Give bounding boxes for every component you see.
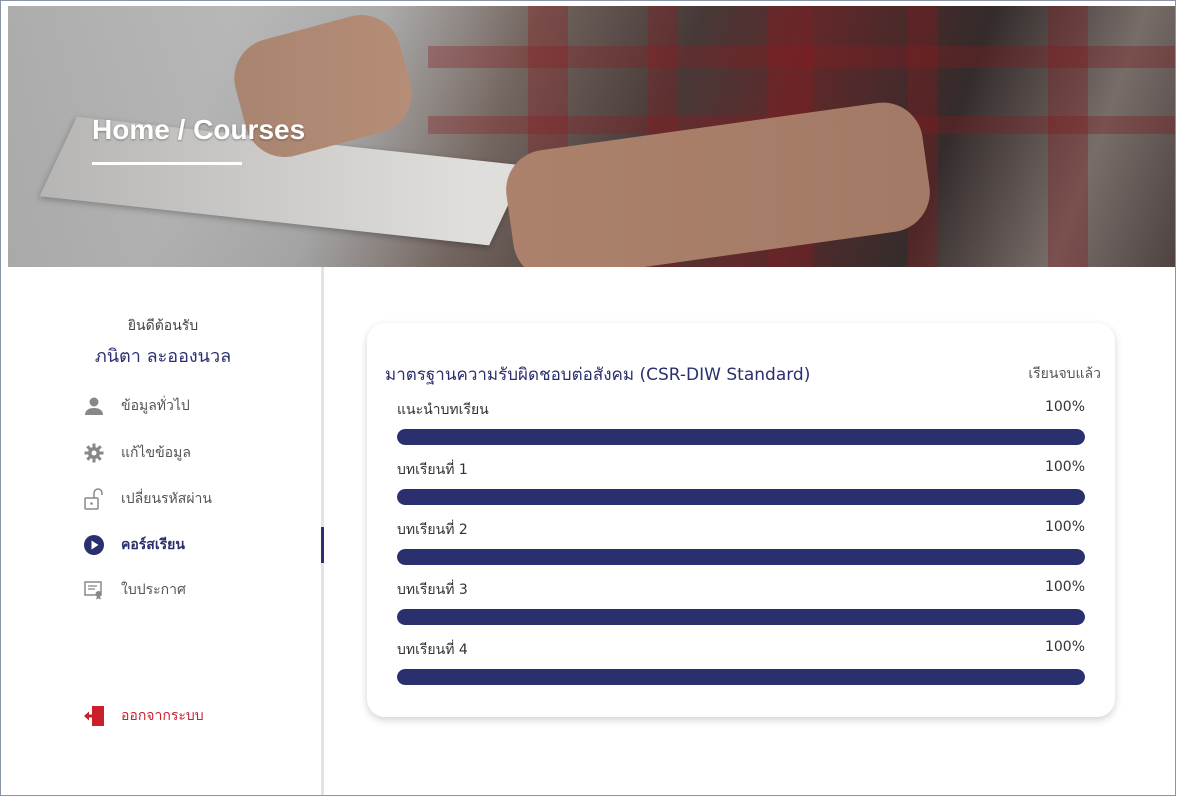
user-name: ภนิตา ละอองนวล <box>94 346 232 367</box>
lesson-name: บทเรียนที่ 3 <box>397 582 468 598</box>
gear-icon <box>83 442 105 464</box>
sidebar-item-courses[interactable]: คอร์สเรียน <box>83 533 185 557</box>
lesson-row: แนะนำบทเรียน 100% <box>397 399 1085 445</box>
progress-fill <box>397 669 1085 685</box>
course-progress-card: มาตรฐานความรับผิดชอบต่อสังคม (CSR-DIW St… <box>367 323 1115 717</box>
title-underline <box>92 162 242 165</box>
lesson-name: บทเรียนที่ 2 <box>397 522 468 538</box>
sidebar-item-label: แก้ไขข้อมูล <box>121 445 191 461</box>
progress-bar <box>397 669 1085 685</box>
lesson-name: บทเรียนที่ 1 <box>397 462 468 478</box>
lesson-row: บทเรียนที่ 3 100% <box>397 579 1085 625</box>
progress-fill <box>397 549 1085 565</box>
lesson-percent: 100% <box>1044 579 1085 595</box>
sidebar-item-label: ใบประกาศ <box>121 582 186 598</box>
logout-button[interactable]: ออกจากระบบ <box>83 704 204 728</box>
lesson-name: บทเรียนที่ 4 <box>397 642 468 658</box>
lesson-row: บทเรียนที่ 4 100% <box>397 639 1085 685</box>
progress-fill <box>397 609 1085 625</box>
lesson-name: แนะนำบทเรียน <box>397 402 489 418</box>
sidebar-item-edit-profile[interactable]: แก้ไขข้อมูล <box>83 441 191 465</box>
logout-label: ออกจากระบบ <box>121 708 204 724</box>
lesson-row: บทเรียนที่ 1 100% <box>397 459 1085 505</box>
sidebar-item-label: ข้อมูลทั่วไป <box>121 398 190 414</box>
exit-icon <box>83 705 105 727</box>
progress-bar <box>397 549 1085 565</box>
page-frame: Home / Courses ยินดีต้อนรับ ภนิตา ละอองน… <box>0 0 1176 796</box>
progress-fill <box>397 489 1085 505</box>
progress-fill <box>397 429 1085 445</box>
sidebar-item-label: เปลี่ยนรหัสผ่าน <box>121 491 212 507</box>
sidebar: ยินดีต้อนรับ ภนิตา ละอองนวล ข้อมูลทั่วไป… <box>8 267 324 795</box>
progress-bar <box>397 429 1085 445</box>
lesson-row: บทเรียนที่ 2 100% <box>397 519 1085 565</box>
page-title: Home / Courses <box>92 114 306 145</box>
sidebar-item-change-password[interactable]: เปลี่ยนรหัสผ่าน <box>83 487 212 511</box>
welcome-text: ยินดีต้อนรับ <box>127 318 199 334</box>
user-icon <box>83 395 105 417</box>
sidebar-item-general-info[interactable]: ข้อมูลทั่วไป <box>83 394 190 418</box>
play-circle-icon <box>83 534 105 556</box>
lesson-percent: 100% <box>1044 519 1085 535</box>
sidebar-item-label: คอร์สเรียน <box>121 537 185 553</box>
progress-bar <box>397 609 1085 625</box>
hero-banner: Home / Courses <box>8 6 1175 267</box>
unlock-icon <box>83 488 105 510</box>
lesson-percent: 100% <box>1044 639 1085 655</box>
certificate-icon <box>83 579 105 601</box>
course-title[interactable]: มาตรฐานความรับผิดชอบต่อสังคม (CSR-DIW St… <box>385 361 810 388</box>
sidebar-item-certificate[interactable]: ใบประกาศ <box>83 578 186 602</box>
course-status: เรียนจบแล้ว <box>1028 366 1101 382</box>
progress-bar <box>397 489 1085 505</box>
lesson-percent: 100% <box>1044 399 1085 415</box>
lesson-percent: 100% <box>1044 459 1085 475</box>
active-indicator <box>321 527 324 563</box>
